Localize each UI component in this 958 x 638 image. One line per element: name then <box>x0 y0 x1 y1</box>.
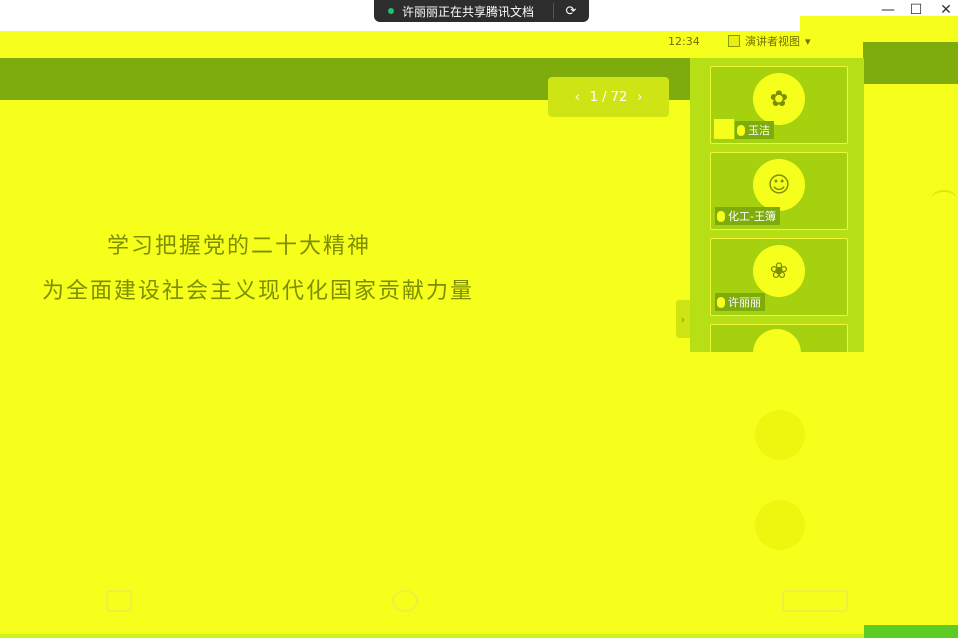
participant-name: 玉洁 <box>748 124 770 137</box>
next-page-button[interactable]: › <box>637 90 642 105</box>
participant-name: 许丽丽 <box>728 296 761 309</box>
banner-divider <box>553 3 554 19</box>
avatar <box>753 329 801 353</box>
status-area <box>800 16 958 42</box>
header-extension <box>863 42 958 84</box>
page-indicator: 1 / 72 <box>589 89 628 105</box>
prev-page-button[interactable]: ‹ <box>575 90 580 105</box>
chevron-down-icon: ▾ <box>805 34 811 48</box>
avatar-ghost <box>755 410 805 460</box>
meeting-timer: 12:34 <box>668 35 700 48</box>
toolbar-settings-button[interactable] <box>392 590 418 612</box>
share-banner-text: 许丽丽正在共享腾讯文档 <box>402 4 535 19</box>
layout-icon <box>728 35 740 47</box>
participant-label: 许丽丽 <box>715 293 765 311</box>
speaker-view-label: 演讲者视图 <box>745 35 800 48</box>
toolbar-screen-button[interactable] <box>106 590 132 612</box>
page-navigator: ‹ 1 / 72 › <box>548 77 669 117</box>
microphone-icon <box>717 210 725 222</box>
participant-card[interactable]: ☺ 化工-王簿 <box>710 152 848 230</box>
speaker-view-button[interactable]: 演讲者视图 ▾ <box>728 33 811 49</box>
participant-label: 玉洁 <box>735 121 774 139</box>
collapse-panel-button[interactable]: › <box>676 300 690 338</box>
video-off-indicator <box>714 119 734 139</box>
participant-card-partial[interactable] <box>710 324 848 353</box>
participant-name: 化工-王簿 <box>728 210 776 223</box>
slide-title-line-1: 学习把握党的二十大精神 <box>107 234 372 259</box>
avatar: ☺ <box>753 159 805 211</box>
maximize-button[interactable]: ☐ <box>906 2 926 18</box>
avatar-ghost <box>755 500 805 550</box>
avatar: ✿ <box>753 73 805 125</box>
participant-card[interactable]: ✿ 玉洁 <box>710 66 848 144</box>
microphone-icon <box>737 124 745 136</box>
participant-label: 化工-王簿 <box>715 207 780 225</box>
bottom-corner-strip <box>864 625 958 638</box>
close-button[interactable]: ✕ <box>936 2 956 18</box>
slide-title-line-2: 为全面建设社会主义现代化国家贡献力量 <box>42 279 475 304</box>
refresh-icon[interactable]: ⟳ <box>562 2 580 20</box>
minimize-button[interactable]: — <box>878 2 898 18</box>
avatar: ❀ <box>753 245 805 297</box>
microphone-icon <box>717 296 725 308</box>
live-dot-icon <box>388 8 394 14</box>
participant-card[interactable]: ❀ 许丽丽 <box>710 238 848 316</box>
screen-share-banner[interactable]: 许丽丽正在共享腾讯文档 ⟳ <box>374 0 589 22</box>
bottom-edge <box>0 634 864 638</box>
decorative-curve <box>930 190 958 212</box>
toolbar-end-button[interactable] <box>782 590 848 612</box>
